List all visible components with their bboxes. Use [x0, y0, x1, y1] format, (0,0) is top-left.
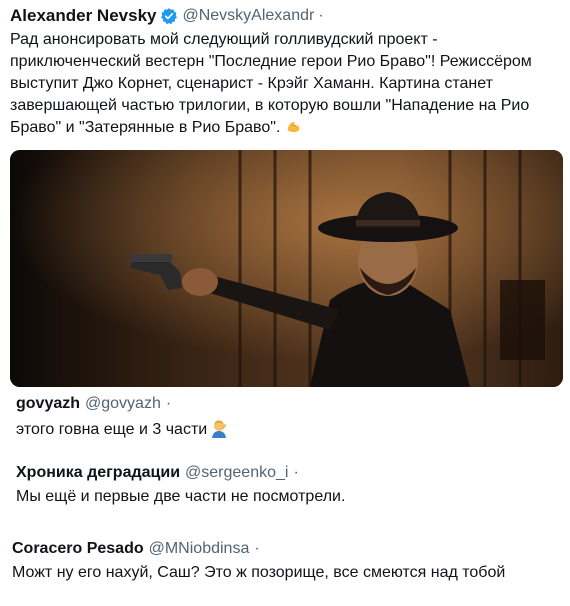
reply-header: govyazh @govyazh · — [16, 394, 560, 414]
reply-author-name[interactable]: Хроника деградации — [16, 463, 180, 483]
post-image[interactable] — [10, 150, 563, 387]
post-text-body: Рад анонсировать мой следующий голливудс… — [10, 31, 532, 136]
reply-author-name[interactable]: govyazh — [16, 394, 80, 414]
author-name[interactable]: Alexander Nevsky — [10, 6, 156, 26]
separator-dot: · — [318, 7, 324, 24]
reply-author-handle[interactable]: @sergeenko_i — [185, 463, 288, 483]
reply-text: Можт ну его нахуй, Саш? Это ж позорище, … — [12, 564, 506, 581]
post-header: Alexander Nevsky @NevskyAlexandr · — [10, 6, 560, 26]
reply-author-handle[interactable]: @govyazh — [85, 394, 161, 414]
verified-badge-icon — [160, 7, 178, 25]
reply-header: Хроника деградации @sergeenko_i · — [16, 463, 560, 483]
cowboy-photo — [10, 150, 563, 387]
reply-header: Coracero Pesado @MNiobdinsa · — [12, 539, 560, 559]
reply-author-handle[interactable]: @MNiobdinsa — [149, 539, 250, 559]
reply-text: Мы ещё и первые две части не посмотрели. — [16, 488, 346, 505]
reply-item: govyazh @govyazh · этого говна еще и 3 ч… — [16, 394, 560, 444]
separator-dot: · — [254, 540, 260, 557]
flexed-biceps-icon — [285, 117, 303, 142]
author-handle[interactable]: @NevskyAlexandr — [182, 6, 314, 26]
reply-author-name[interactable]: Coracero Pesado — [12, 539, 144, 559]
post-text: Рад анонсировать мой следующий голливудс… — [10, 29, 555, 142]
reply-item: Coracero Pesado @MNiobdinsa · Можт ну ег… — [12, 539, 560, 583]
reply-text-body: этого говна еще и 3 части — [16, 421, 208, 438]
reply-item: Хроника деградации @sergeenko_i · Мы ещё… — [16, 463, 560, 507]
separator-dot: · — [165, 395, 172, 412]
person-facepalming-icon — [209, 418, 229, 444]
reply-text: этого говна еще и 3 части — [16, 418, 560, 444]
separator-dot: · — [293, 464, 299, 481]
